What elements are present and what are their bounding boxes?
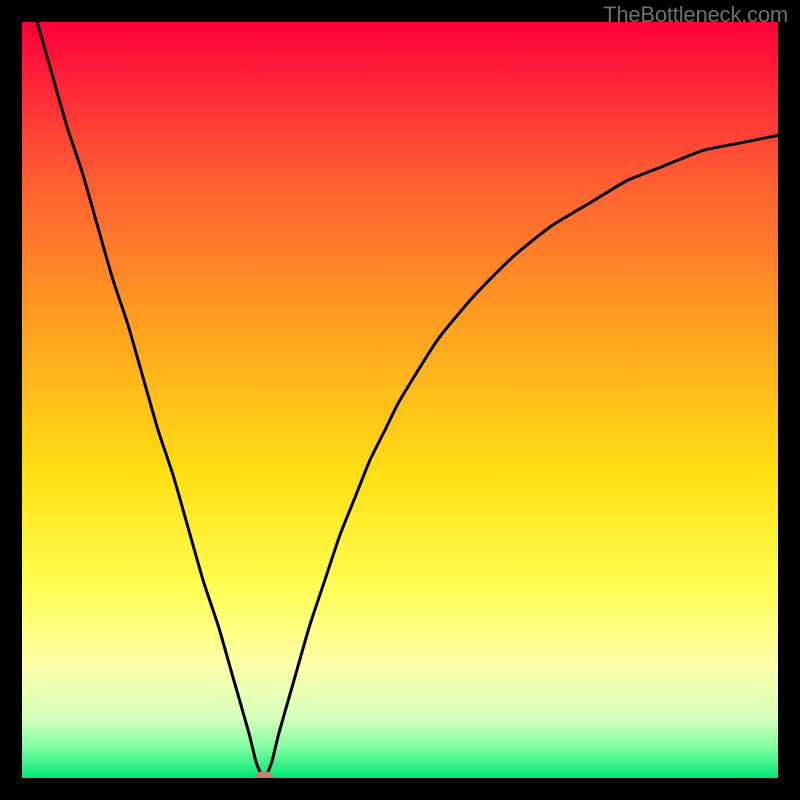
chart-svg: [22, 22, 778, 778]
watermark-text: TheBottleneck.com: [603, 2, 788, 28]
bottleneck-chart: [22, 22, 778, 778]
